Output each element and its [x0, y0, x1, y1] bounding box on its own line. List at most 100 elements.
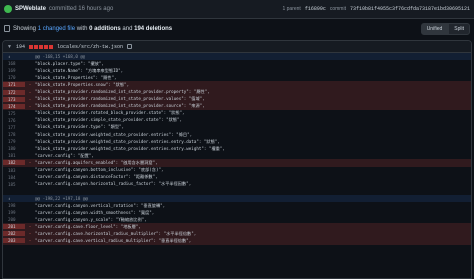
diff-view-toggle: Unified Split [420, 22, 470, 35]
commit-header: SPWeblate committed 16 hours ago 1 paren… [0, 0, 474, 19]
code-text: "block_state_provider.type": "類型", [35, 124, 125, 130]
line-number[interactable]: 184 [3, 175, 25, 180]
diff-line: 173- "block_state_provider.randomized_int… [3, 95, 471, 103]
diff-line: 181 "carver.config": "配置", [3, 152, 471, 159]
code-text: "carver.config.canyon.vertical_rotation"… [35, 202, 166, 208]
change-count: 194 [15, 43, 25, 50]
commit-sha[interactable]: 73f10b81f4955c3f76cdfda73187e1bd30695121 [350, 6, 470, 12]
diff-sign: - [28, 96, 32, 102]
diff-sign: - [28, 89, 32, 95]
commit-label: commit [329, 6, 346, 12]
line-number[interactable]: 198 [3, 203, 25, 208]
expand-icon[interactable]: ↕ [3, 54, 25, 59]
code-text: "block_state_provider.randomized_int_sta… [35, 96, 205, 102]
code-text: "block_state_provider.weighted_state_pro… [35, 138, 220, 144]
line-number[interactable]: 203 [3, 238, 25, 244]
line-number[interactable]: 199 [3, 210, 25, 215]
diff-line: 182- "carver.config.aquifers_enabled": "啟… [3, 159, 471, 167]
diff-summary-text: Showing 1 changed file with 0 additions … [13, 26, 172, 32]
commit-author[interactable]: SPWeblate [15, 6, 46, 12]
code-text: "block_state.Properties.snow": "狀態", [35, 81, 130, 87]
line-number[interactable]: 183 [3, 168, 25, 173]
line-number[interactable]: 201 [3, 224, 25, 230]
additions-count: 0 additions [89, 25, 121, 32]
diff-line: 174- "block_state_provider.randomized_int… [3, 102, 471, 110]
diff-sign: - [28, 82, 32, 88]
code-text: "carver.config.aquifers_enabled": "啟用含水層… [35, 159, 158, 165]
diff-line: 177 "block_state_provider.type": "類型", [3, 124, 471, 131]
diff-sign: - [28, 231, 32, 237]
diff-line: 169 "block_state.Name": "方塊串來型態ID", [3, 67, 471, 74]
line-number[interactable]: 170 [3, 75, 25, 80]
avatar[interactable] [4, 5, 12, 13]
diff-gap [3, 188, 471, 195]
commit-meta: 1 parent f16899c commit 73f10b81f4955c3f… [282, 6, 470, 12]
code-text: "carver.config.canyon.width_smoothness":… [35, 209, 155, 215]
file-tree-icon[interactable] [4, 25, 10, 32]
code-text: "carver.config.canyon.y_scale": "Y軸縮放比例"… [35, 216, 147, 222]
diff-line: 199 "carver.config.canyon.width_smoothnes… [3, 209, 471, 216]
commit-time: committed 16 hours ago [48, 6, 114, 12]
changed-files-link[interactable]: 1 changed file [38, 26, 75, 32]
line-number[interactable]: 182 [3, 160, 25, 166]
code-text: "block_state_provider.randomized_int_sta… [35, 89, 210, 95]
diff-sign: - [28, 160, 32, 166]
line-number[interactable]: 177 [3, 125, 25, 130]
code-text: "carver.config.cave.vertical_radius_mult… [35, 237, 192, 243]
parent-label: 1 parent [282, 6, 301, 12]
line-number[interactable]: 178 [3, 132, 25, 137]
line-number[interactable]: 171 [3, 82, 25, 88]
line-number[interactable]: 185 [3, 182, 25, 187]
code-text: "carver.config.cave.horizontal_radius_mu… [35, 230, 197, 236]
hunk-header[interactable]: ↕ @@ -168,15 +168,0 @@ [3, 53, 471, 61]
code-text: "block_state_provider.simple_state_provi… [35, 117, 183, 123]
diff-lines: ↕ @@ -168,15 +168,0 @@ 168 "block.placer.ty… [3, 53, 471, 245]
parent-sha-link[interactable]: f16899c [305, 6, 326, 12]
code-text: "block_state_provider.weighted_state_pro… [35, 131, 193, 137]
diff-sign: - [28, 103, 32, 109]
deletions-count: 194 deletions [134, 25, 173, 32]
line-number[interactable]: 173 [3, 96, 25, 102]
diff-line: 203- "carver.config.cave.vertical_radius_… [3, 237, 471, 245]
line-number[interactable]: 179 [3, 139, 25, 144]
file-header: ▼ 194 locales/src/zh-tw.json [3, 41, 471, 53]
diff-line: 200 "carver.config.canyon.y_scale": "Y軸縮放… [3, 216, 471, 223]
diff-line: 176 "block_state_provider.simple_state_pr… [3, 117, 471, 124]
line-number[interactable]: 176 [3, 118, 25, 123]
code-text: "carver.config.canyon.horizontal_radius_… [35, 181, 192, 187]
line-number[interactable]: 202 [3, 231, 25, 237]
expand-icon[interactable]: ↕ [3, 196, 25, 201]
line-number[interactable]: 172 [3, 89, 25, 95]
line-number[interactable]: 169 [3, 68, 25, 73]
hunk-header[interactable]: ↕ @@ -198,22 +197,18 @@ [3, 194, 471, 202]
code-text: "carver.config.cave.floor_level": "地板層", [35, 223, 141, 229]
line-number[interactable]: 180 [3, 146, 25, 151]
diff-line: 202- "carver.config.cave.horizontal_radiu… [3, 230, 471, 238]
summary-with: with [76, 25, 88, 32]
line-number[interactable]: 175 [3, 111, 25, 116]
copy-icon[interactable] [126, 44, 132, 49]
code-text: "block_state_provider.weighted_state_pro… [35, 145, 225, 151]
code-text: "carver.config.canyon.distanceFactor": "… [35, 174, 158, 180]
diff-sign: - [28, 238, 32, 244]
line-number[interactable]: 181 [3, 153, 25, 158]
diff-line: 170 "block_state.Properties": "屬性", [3, 74, 471, 81]
line-number[interactable]: 200 [3, 217, 25, 222]
diff-line: 168 "block.placer.type": "擺放", [3, 60, 471, 67]
split-button[interactable]: Split [448, 22, 470, 35]
diff-line: 183 "carver.config.canyon.bottom_inclusiv… [3, 167, 471, 174]
line-number[interactable]: 168 [3, 61, 25, 66]
line-number[interactable]: 174 [3, 103, 25, 109]
code-text: "block.placer.type": "擺放", [35, 60, 104, 66]
unified-button[interactable]: Unified [420, 22, 449, 35]
file-path-link[interactable]: locales/src/zh-tw.json [57, 44, 123, 50]
diff-line: 198 "carver.config.canyon.vertical_rotati… [3, 202, 471, 209]
chevron-down-icon[interactable]: ▼ [7, 44, 12, 50]
code-text: "block_state.Properties": "屬性", [35, 74, 117, 80]
code-text: "block_state.Name": "方塊串來型態ID", [35, 67, 124, 73]
diff-line: 184 "carver.config.canyon.distanceFactor"… [3, 174, 471, 181]
code-text: "block_state_provider.rotated_block_prov… [35, 110, 185, 116]
diff-sign: - [28, 224, 32, 230]
diff-line: 172- "block_state_provider.randomized_int… [3, 88, 471, 96]
file-diff: ▼ 194 locales/src/zh-tw.json ↕ @@ -168,15… [2, 40, 472, 279]
